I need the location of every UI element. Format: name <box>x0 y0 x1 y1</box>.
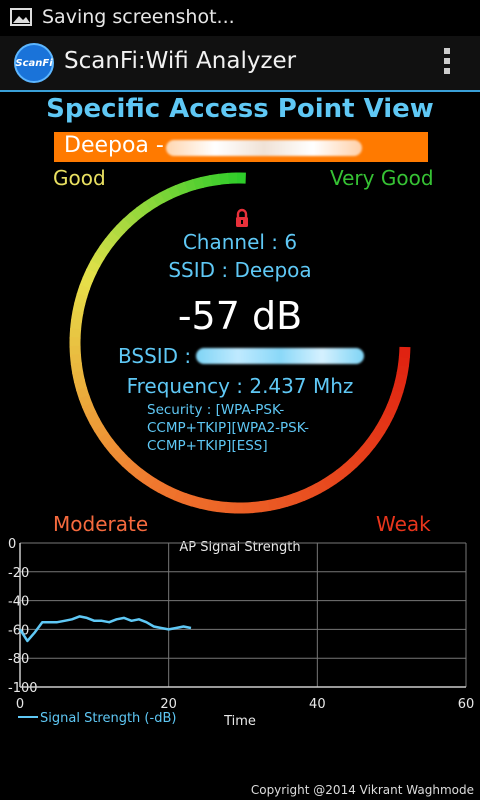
chart-title: AP Signal Strength <box>179 540 300 555</box>
y-tick-label: 0 <box>8 537 16 552</box>
x-tick-label: 20 <box>160 697 177 712</box>
series-line <box>18 615 192 643</box>
redacted-bssid <box>196 348 364 364</box>
y-tick-label: -100 <box>8 681 38 696</box>
signal-value: -57 dB <box>177 294 303 338</box>
gauge-arc-segment <box>398 346 411 358</box>
x-axis-label: Time <box>223 714 256 729</box>
frequency-text: Frequency : 2.437 Mhz <box>126 374 354 398</box>
ssid-text: SSID : Deepoa <box>168 258 312 282</box>
copyright-text: Copyright @2014 Vikrant Waghmode <box>250 783 474 797</box>
y-tick-label: -40 <box>8 595 29 610</box>
x-tick-label: 40 <box>309 697 326 712</box>
y-tick-label: -60 <box>8 623 29 638</box>
signal-strength-chart: AP Signal Strength 0 20 40 60 0 -20 -40 -60 -80 -1… <box>8 537 475 729</box>
security-text: Security : [WPA-PSK-CCMP+TKIP][WPA2-PSK-… <box>147 402 310 454</box>
x-tick-label: 60 <box>458 697 475 712</box>
lock-icon <box>236 208 248 227</box>
bssid-label: BSSID : <box>118 344 192 368</box>
y-tick-label: -20 <box>8 566 29 581</box>
legend-label: Signal Strength (-dB) <box>40 711 176 726</box>
x-tick-label: 0 <box>16 697 24 712</box>
channel-text: Channel : 6 <box>182 230 298 254</box>
y-tick-label: -80 <box>8 652 29 667</box>
